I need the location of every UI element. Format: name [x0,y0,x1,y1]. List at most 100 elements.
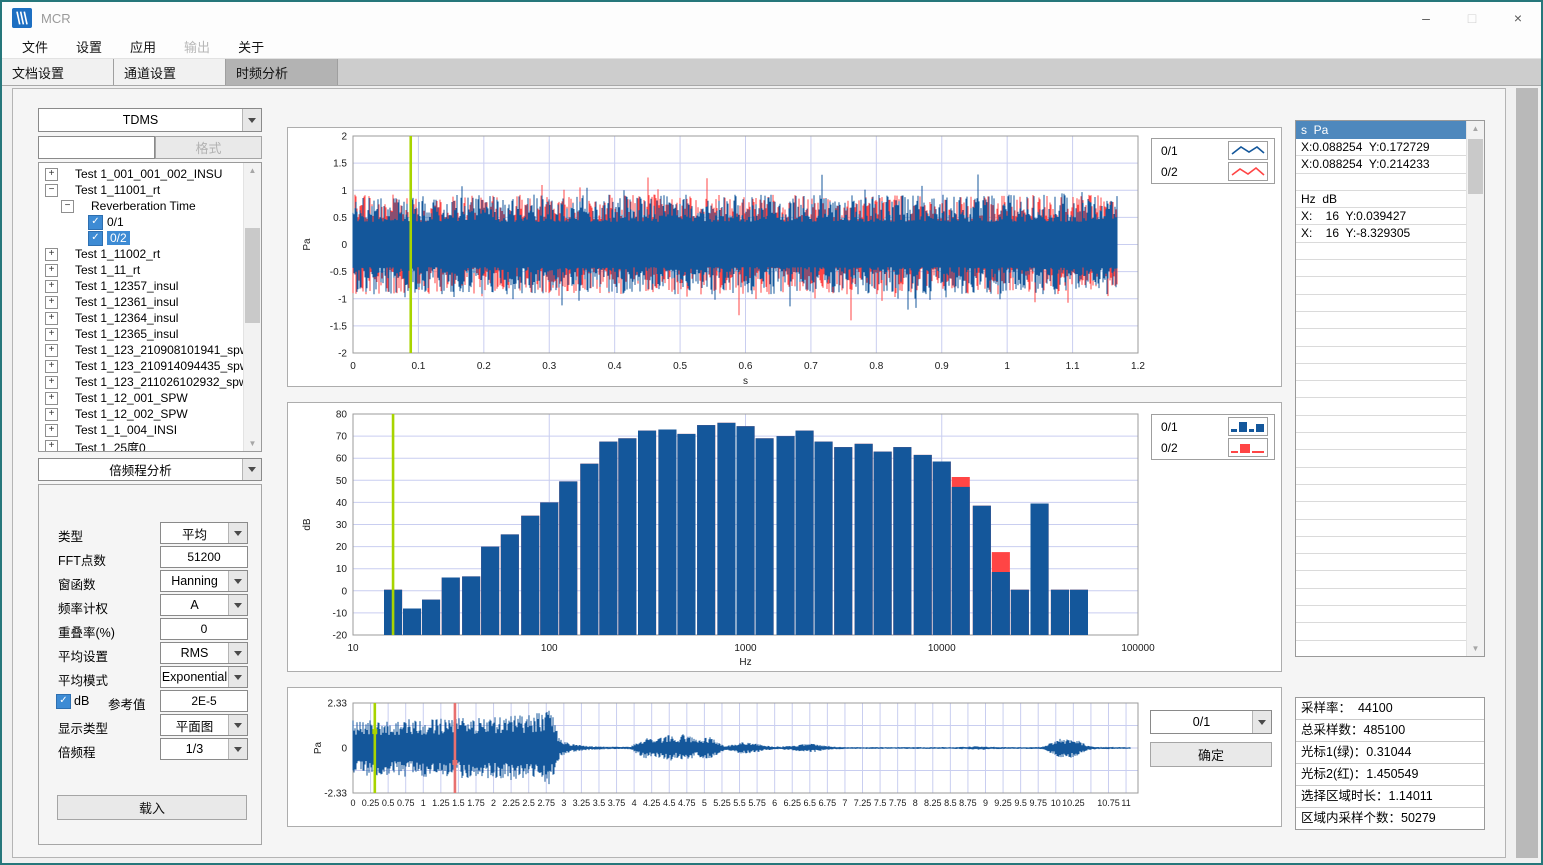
tree-item[interactable]: ✓0/2 [39,230,243,246]
expand-icon[interactable]: + [45,376,58,389]
chevron-down-icon[interactable] [228,739,247,759]
chevron-down-icon[interactable] [228,523,247,543]
scrollbar[interactable]: ▲▼ [243,163,261,451]
readout-row[interactable]: X: 16 Y:-8.329305 [1296,225,1484,242]
readout-row[interactable] [1296,260,1484,277]
chevron-down-icon[interactable] [228,595,247,615]
menu-item-3[interactable]: 输出 [170,37,224,56]
close-button[interactable]: × [1495,2,1541,34]
tree-item[interactable]: +Test 1_25度0 [39,438,243,452]
expand-icon[interactable]: + [45,296,58,309]
readout-row[interactable]: X: 16 Y:0.039427 [1296,208,1484,225]
expand-icon[interactable]: + [45,424,58,437]
readout-row[interactable] [1296,520,1484,537]
scroll-thumb[interactable] [245,228,260,323]
expand-icon[interactable]: + [45,248,58,261]
readout-row[interactable] [1296,381,1484,398]
readout-row[interactable] [1296,537,1484,554]
chevron-down-icon[interactable] [228,643,247,663]
collapse-icon[interactable]: − [45,184,58,197]
search-input[interactable] [38,136,155,159]
readout-row[interactable] [1296,502,1484,519]
tree-item[interactable]: +Test 1_11_rt [39,262,243,278]
channel-checkbox[interactable]: ✓ [88,231,103,246]
tree-item[interactable]: +Test 1_12_002_SPW [39,406,243,422]
chevron-down-icon[interactable] [228,667,247,687]
expand-icon[interactable]: + [45,440,58,452]
octave-spectrum-chart[interactable]: 80706050403020100-10-2010100100010000100… [287,402,1282,672]
scroll-thumb[interactable] [1468,139,1483,194]
tree-item[interactable]: +Test 1_12364_insul [39,310,243,326]
tree-item[interactable]: +Test 1_123_211026102932_spw [39,374,243,390]
readout-row[interactable]: X:0.088254 Y:0.214233 [1296,156,1484,173]
readout-row[interactable] [1296,295,1484,312]
readout-row[interactable] [1296,623,1484,640]
form-select[interactable]: RMS [160,642,248,664]
expand-icon[interactable]: + [45,360,58,373]
channel-checkbox[interactable]: ✓ [88,215,103,230]
channel-select[interactable]: 0/1 [1150,710,1272,734]
tree-item[interactable]: +Test 1_001_001_002_INSU [39,166,243,182]
readout-row[interactable] [1296,641,1484,657]
load-button[interactable]: 载入 [57,795,247,820]
chevron-down-icon[interactable] [242,109,261,131]
tree-item[interactable]: ✓0/1 [39,214,243,230]
overview-waveform-chart[interactable]: 2.330-2.3300.250.50.7511.251.51.7522.252… [287,687,1282,827]
format-button[interactable]: 格式 [155,136,262,159]
tab-2[interactable]: 时频分析 [226,59,338,85]
tab-1[interactable]: 通道设置 [114,59,226,85]
scroll-down-icon[interactable]: ▼ [1467,641,1484,656]
readout-row[interactable] [1296,243,1484,260]
expand-icon[interactable]: + [45,168,58,181]
tree-item[interactable]: −Test 1_11001_rt [39,182,243,198]
minimize-button[interactable]: – [1403,2,1449,34]
readout-row[interactable]: Hz dB [1296,191,1484,208]
tree-item[interactable]: +Test 1_12361_insul [39,294,243,310]
readout-row[interactable] [1296,416,1484,433]
scroll-up-icon[interactable]: ▲ [244,163,261,178]
cursor-readout-list[interactable]: s PaX:0.088254 Y:0.172729X:0.088254 Y:0.… [1295,120,1485,657]
form-select[interactable]: Hanning [160,570,248,592]
expand-icon[interactable]: + [45,344,58,357]
scrollbar[interactable]: ▲▼ [1466,121,1484,656]
readout-row[interactable] [1296,606,1484,623]
expand-icon[interactable]: + [45,408,58,421]
readout-row[interactable] [1296,468,1484,485]
tree-item[interactable]: +Test 1_12357_insul [39,278,243,294]
format-select[interactable]: TDMS [38,108,262,132]
tree-item[interactable]: +Test 1_1_004_INSI [39,422,243,438]
collapse-icon[interactable]: − [61,200,74,213]
readout-row[interactable]: X:0.088254 Y:0.172729 [1296,139,1484,156]
tree-item[interactable]: +Test 1_12_001_SPW [39,390,243,406]
readout-row[interactable] [1296,433,1484,450]
readout-row[interactable] [1296,174,1484,191]
time-waveform-chart[interactable]: 21.510.50-0.5-1-1.5-200.10.20.30.40.50.6… [287,127,1282,387]
tree-item[interactable]: +Test 1_123_210908101941_spw [39,342,243,358]
scroll-up-icon[interactable]: ▲ [1467,121,1484,136]
db-checkbox[interactable]: ✓ [56,694,71,709]
chevron-down-icon[interactable] [242,459,261,480]
form-select[interactable]: 平面图 [160,714,248,736]
form-input[interactable]: 51200 [160,546,248,568]
readout-row[interactable] [1296,554,1484,571]
readout-row[interactable] [1296,329,1484,346]
menu-item-0[interactable]: 文件 [8,37,62,56]
menu-item-4[interactable]: 关于 [224,37,278,56]
expand-icon[interactable]: + [45,312,58,325]
expand-icon[interactable]: + [45,392,58,405]
readout-row[interactable] [1296,450,1484,467]
readout-row[interactable] [1296,589,1484,606]
expand-icon[interactable]: + [45,328,58,341]
expand-icon[interactable]: + [45,264,58,277]
confirm-button[interactable]: 确定 [1150,742,1272,767]
form-select[interactable]: A [160,594,248,616]
file-tree[interactable]: +Test 1_001_001_002_INSU−Test 1_11001_rt… [38,162,262,452]
readout-row[interactable] [1296,312,1484,329]
chevron-down-icon[interactable] [1252,711,1271,733]
tree-item[interactable]: −Reverberation Time [39,198,243,214]
readout-row[interactable] [1296,398,1484,415]
tab-0[interactable]: 文档设置 [2,59,114,85]
menu-item-1[interactable]: 设置 [62,37,116,56]
maximize-button[interactable]: □ [1449,2,1495,34]
readout-row[interactable] [1296,277,1484,294]
